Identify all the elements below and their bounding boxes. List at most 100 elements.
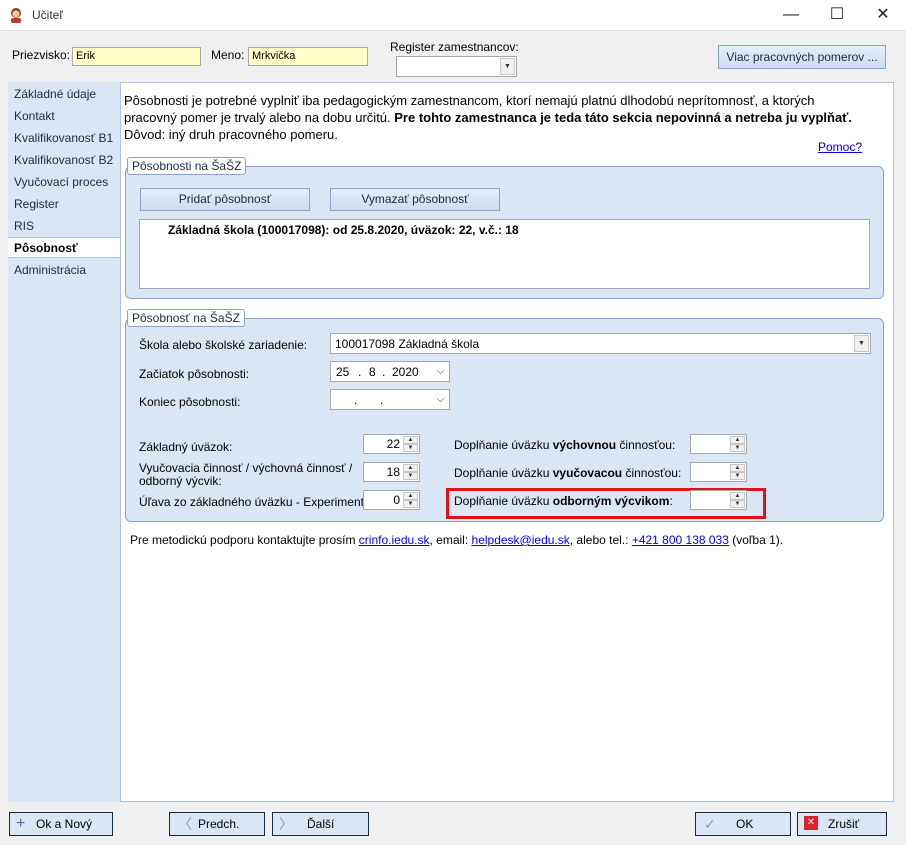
help-link[interactable]: Pomoc? [818, 140, 862, 154]
scope-detail-group-title: Pôsobnosť na ŠaŠZ [127, 309, 245, 327]
end-date-picker[interactable]: . . ⌵ [330, 389, 450, 410]
fill-vocational-stepper[interactable]: ▲ ▼ [690, 490, 747, 510]
fill-educational-post: činnosťou: [616, 438, 676, 452]
ok-new-button[interactable]: + Ok a Nový [9, 812, 113, 836]
basic-load-value: 22 [386, 437, 400, 451]
support-post: (voľba 1). [728, 533, 784, 547]
register-select[interactable]: ▼ [396, 56, 517, 77]
stepper-up-icon[interactable]: ▲ [730, 436, 745, 444]
fill-teaching-pre: Doplňanie úväzku [454, 466, 553, 480]
stepper-down-icon[interactable]: ▼ [403, 500, 418, 508]
chevron-down-icon[interactable]: ⌵ [433, 363, 448, 380]
helpdesk-email-link[interactable]: helpdesk@iedu.sk [472, 533, 570, 547]
stepper-down-icon[interactable]: ▼ [403, 444, 418, 452]
fill-vocational-post: : [669, 494, 673, 508]
add-scope-button[interactable]: Pridať pôsobnosť [140, 188, 310, 211]
fill-teaching-stepper[interactable]: ▲ ▼ [690, 462, 747, 482]
next-button[interactable]: 〉 Ďalší [272, 812, 369, 836]
date-sep: . [354, 393, 358, 407]
sidebar-item-register[interactable]: Register [8, 194, 120, 215]
fill-educational-stepper[interactable]: ▲ ▼ [690, 434, 747, 454]
stepper-down-icon[interactable]: ▼ [730, 444, 745, 452]
fill-educational-label: Doplňanie úväzku výchovnou činnosťou: [454, 438, 675, 452]
sidebar-item-administration[interactable]: Administrácia [8, 260, 120, 281]
start-year[interactable]: 2020 [392, 365, 419, 379]
start-label: Začiatok pôsobnosti: [139, 367, 250, 381]
surname-input[interactable]: Erik [72, 47, 201, 66]
info-text: Pôsobnosti je potrebné vyplniť iba pedag… [124, 92, 864, 143]
sidebar-item-contact[interactable]: Kontakt [8, 106, 120, 127]
basic-load-label: Základný úväzok: [139, 440, 233, 454]
support-mid2: , alebo tel.: [569, 533, 632, 547]
fill-vocational-pre: Doplňanie úväzku [454, 494, 553, 508]
cancel-button[interactable]: ✕ Zrušiť [797, 812, 887, 836]
name-label: Meno: [211, 48, 245, 62]
start-date-picker[interactable]: 25 . 8 . 2020 ⌵ [330, 361, 450, 382]
school-select[interactable]: 100017098 Základná škola ▼ [330, 333, 871, 354]
sidebar-item-basic[interactable]: Základné údaje [8, 84, 120, 105]
start-day[interactable]: 25 [336, 365, 349, 379]
scope-list[interactable]: Základná škola (100017098): od 25.8.2020… [139, 219, 870, 289]
phone-link[interactable]: +421 800 138 033 [632, 533, 729, 547]
teaching-label-line2: odborný výcvik: [139, 474, 222, 488]
school-select-value: 100017098 Základná škola [335, 337, 480, 351]
close-button[interactable]: ✕ [860, 0, 906, 30]
stepper-down-icon[interactable]: ▼ [730, 500, 745, 508]
surname-label: Priezvisko: [12, 48, 71, 62]
stepper-up-icon[interactable]: ▲ [403, 464, 418, 472]
info-text-reason: Dôvod: iný druh pracovného pomeru. [124, 127, 338, 142]
date-sep: . [382, 365, 386, 379]
checkmark-icon: ✓ [704, 816, 716, 832]
minimize-button[interactable]: — [768, 0, 814, 30]
teaching-load-value: 18 [386, 465, 400, 479]
previous-button[interactable]: 〈 Predch. [169, 812, 265, 836]
maximize-button[interactable]: ☐ [814, 0, 860, 30]
plus-icon: + [16, 815, 26, 832]
chevron-down-icon[interactable]: ⌵ [433, 391, 448, 408]
school-label: Škola alebo školské zariadenie: [139, 338, 308, 352]
fill-vocational-label: Doplňanie úväzku odborným výcvikom: [454, 494, 673, 508]
fill-teaching-label: Doplňanie úväzku vyučovacou činnosťou: [454, 466, 681, 480]
chevron-down-icon[interactable]: ▼ [854, 335, 869, 352]
name-input[interactable]: Mrkvička [248, 47, 368, 66]
stepper-up-icon[interactable]: ▲ [730, 464, 745, 472]
sidebar-item-scope[interactable]: Pôsobnosť [8, 237, 120, 258]
stepper-up-icon[interactable]: ▲ [730, 492, 745, 500]
stepper-down-icon[interactable]: ▼ [403, 472, 418, 480]
fill-educational-bold: výchovnou [552, 438, 617, 452]
stepper-up-icon[interactable]: ▲ [403, 492, 418, 500]
chevron-right-icon: 〉 [279, 816, 293, 832]
list-item[interactable]: Základná škola (100017098): od 25.8.2020… [168, 223, 519, 237]
sidebar: Základné údaje Kontakt Kvalifikovanosť B… [8, 82, 120, 802]
previous-label: Predch. [198, 817, 240, 831]
support-text: Pre metodickú podporu kontaktujte prosím… [130, 533, 783, 547]
more-employments-button[interactable]: Viac pracovných pomerov ... [718, 45, 886, 69]
sidebar-item-teaching-process[interactable]: Vyučovací proces [8, 172, 120, 193]
cancel-label: Zrušiť [828, 817, 860, 831]
fill-teaching-post: činnosťou: [622, 466, 682, 480]
fill-teaching-bold: vyučovacou [552, 466, 623, 480]
relief-value: 0 [393, 493, 400, 507]
chevron-down-icon[interactable]: ▼ [500, 58, 515, 75]
stepper-down-icon[interactable]: ▼ [730, 472, 745, 480]
delete-scope-button[interactable]: Vymazať pôsobnosť [330, 188, 500, 211]
stepper-up-icon[interactable]: ▲ [403, 436, 418, 444]
next-label: Ďalší [307, 817, 335, 831]
start-month[interactable]: 8 [369, 365, 376, 379]
sidebar-item-ris[interactable]: RIS [8, 216, 120, 237]
scopes-group-title: Pôsobnosti na ŠaŠZ [127, 157, 247, 175]
chevron-left-icon: 〈 [178, 816, 192, 832]
crinfo-link[interactable]: crinfo.iedu.sk [359, 533, 430, 547]
basic-load-stepper[interactable]: 22 ▲ ▼ [363, 434, 420, 454]
sidebar-item-qualification-b1[interactable]: Kvalifikovanosť B1 [8, 128, 120, 149]
fill-educational-pre: Doplňanie úväzku [454, 438, 553, 452]
relief-stepper[interactable]: 0 ▲ ▼ [363, 490, 420, 510]
support-pre: Pre metodickú podporu kontaktujte prosím [130, 533, 359, 547]
ok-button[interactable]: ✓ OK [695, 812, 791, 836]
date-sep: . [358, 365, 362, 379]
sidebar-item-qualification-b2[interactable]: Kvalifikovanosť B2 [8, 150, 120, 171]
teaching-load-stepper[interactable]: 18 ▲ ▼ [363, 462, 420, 482]
window-title: Učiteľ [32, 8, 63, 22]
title-bar: Učiteľ — ☐ ✕ [0, 0, 906, 31]
ok-new-label: Ok a Nový [36, 817, 93, 831]
